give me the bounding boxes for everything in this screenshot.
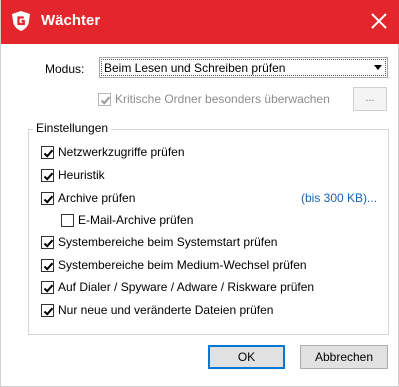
checkbox[interactable] <box>41 145 54 159</box>
settings-item-label: Netzwerkzugriffe prüfen <box>58 145 185 159</box>
settings-item-systemstart[interactable]: Systembereiche beim Systemstart prüfen <box>41 235 277 249</box>
settings-group-label: Einstellungen <box>33 121 112 135</box>
settings-item-label: Archive prüfen <box>58 191 136 205</box>
settings-item-new-files-only[interactable]: Nur neue und veränderte Dateien prüfen <box>41 303 273 317</box>
cancel-button[interactable]: Abbrechen <box>300 345 388 369</box>
settings-item-label: Auf Dialer / Spyware / Adware / Riskware… <box>58 280 315 294</box>
checkbox[interactable] <box>41 168 54 182</box>
settings-item-email-archives[interactable]: E-Mail-Archive prüfen <box>61 213 193 227</box>
settings-item-label: Nur neue und veränderte Dateien prüfen <box>58 303 274 317</box>
critical-folders-browse-button[interactable]: ... <box>353 87 387 111</box>
critical-folders-checkbox-row[interactable]: Kritische Ordner besonders überwachen <box>98 92 330 106</box>
settings-item-dialer-spyware[interactable]: Auf Dialer / Spyware / Adware / Riskware… <box>41 280 314 294</box>
critical-folders-label: Kritische Ordner besonders überwachen <box>115 92 330 106</box>
settings-item-archives[interactable]: Archive prüfen <box>41 191 135 205</box>
settings-item-label: Systembereiche beim Medium-Wechsel prüfe… <box>58 258 307 272</box>
archive-limit-link[interactable]: (bis 300 KB)... <box>301 191 377 205</box>
ok-button[interactable]: OK <box>208 345 285 369</box>
settings-item-label: Systembereiche beim Systemstart prüfen <box>58 235 278 249</box>
checkbox[interactable] <box>41 235 54 249</box>
modus-select[interactable]: Beim Lesen und Schreiben prüfen <box>99 57 388 78</box>
gdata-shield-logo-icon <box>11 10 31 32</box>
critical-folders-checkbox[interactable] <box>98 92 111 106</box>
close-icon[interactable] <box>368 10 390 32</box>
chevron-down-icon <box>374 65 382 70</box>
dialog-window: Wächter Modus: Beim Lesen und Schreiben … <box>0 0 399 387</box>
checkbox[interactable] <box>41 191 54 205</box>
checkbox[interactable] <box>41 258 54 272</box>
settings-item-label: E-Mail-Archive prüfen <box>78 213 194 227</box>
title-bar: Wächter <box>1 0 399 44</box>
checkbox[interactable] <box>61 213 74 227</box>
modus-label: Modus: <box>45 62 85 76</box>
settings-item-network[interactable]: Netzwerkzugriffe prüfen <box>41 145 185 159</box>
checkbox[interactable] <box>41 303 54 317</box>
modus-selected-value: Beim Lesen und Schreiben prüfen <box>104 61 286 75</box>
settings-item-medium-change[interactable]: Systembereiche beim Medium-Wechsel prüfe… <box>41 258 307 272</box>
checkbox[interactable] <box>41 280 54 294</box>
window-title: Wächter <box>41 12 101 29</box>
settings-item-heuristic[interactable]: Heuristik <box>41 168 105 182</box>
settings-item-label: Heuristik <box>58 168 105 182</box>
